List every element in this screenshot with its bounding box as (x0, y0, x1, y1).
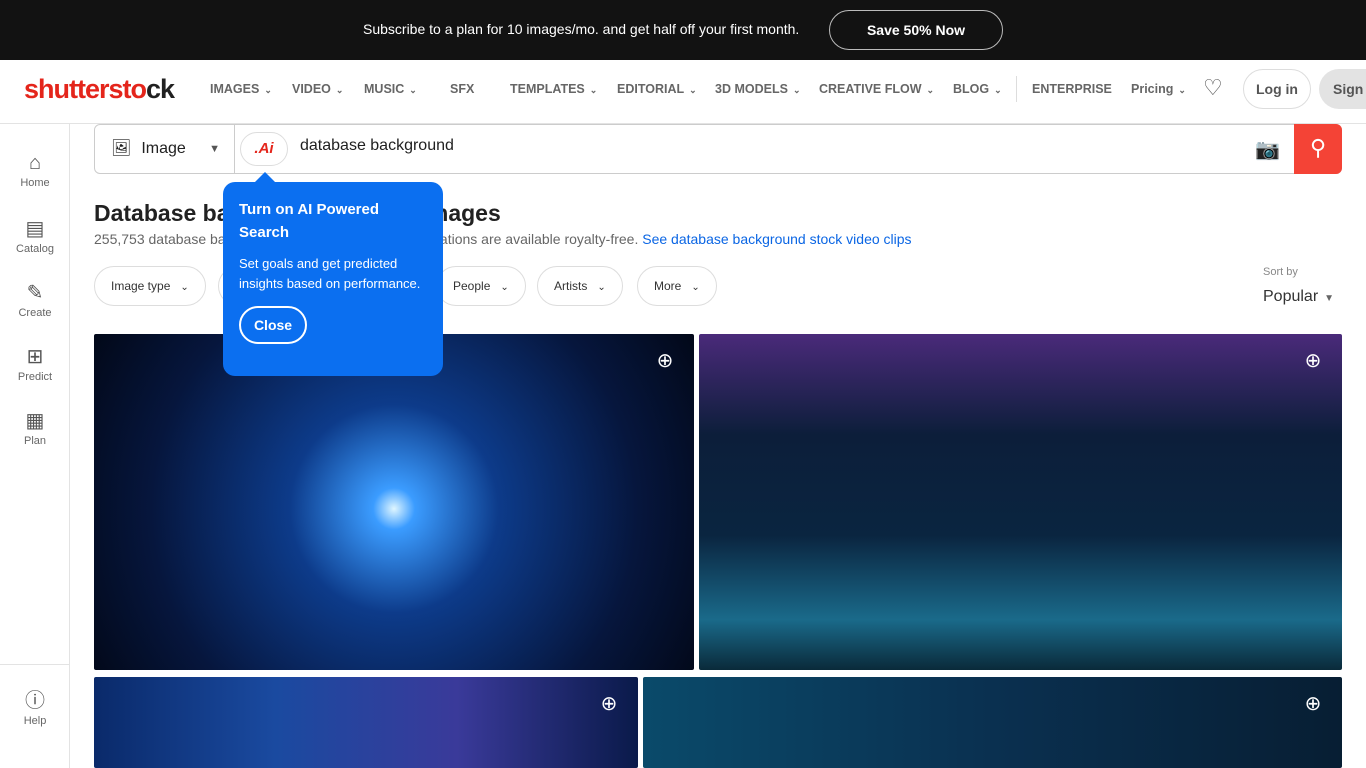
chevron-down-icon: ⌄ (792, 85, 801, 95)
search-icon: ⚲ (1309, 135, 1327, 160)
ai-search-toggle[interactable]: .Ai (240, 132, 288, 166)
chevron-down-icon: ⌄ (264, 85, 272, 95)
zoom-in-icon[interactable]: ⊕ (650, 348, 680, 378)
shutterstock-logo[interactable]: shutterstock (24, 74, 175, 105)
sidebar-item-label: Plan (23, 435, 47, 447)
home-icon: ⌂ (28, 152, 42, 174)
filter-artists[interactable]: Artists ⌄ (537, 266, 623, 306)
image-icon: 🖼 (111, 140, 132, 157)
search-button[interactable]: ⚲ (1294, 124, 1342, 174)
popup-title: Turn on AI Powered Search (239, 201, 380, 241)
nav-templates[interactable]: TEMPLATES ⌄ (510, 82, 597, 96)
chevron-down-icon: ⌄ (589, 85, 598, 95)
sidebar-item-create[interactable]: ✎ Create (0, 280, 70, 319)
sidebar: ⌂ Home ▤ Catalog ✎ Create ⊞ Predict ▦ Plan ⓘ Help (0, 124, 70, 768)
chevron-down-icon: ⌄ (180, 282, 189, 293)
filter-more[interactable]: More ⌄ (637, 266, 717, 306)
chevron-down-icon: ⌄ (994, 85, 1002, 95)
catalog-icon: ▤ (25, 218, 45, 240)
favorites-heart-icon[interactable]: ♡ (1203, 75, 1223, 101)
image-search-camera-icon[interactable]: 📷 (1255, 137, 1280, 162)
promo-message: Subscribe to a plan for 10 images/mo. an… (363, 21, 800, 37)
nav-images[interactable]: IMAGES ⌄ (210, 82, 272, 96)
chevron-down-icon: ⌄ (335, 85, 344, 95)
chevron-down-icon: ⌄ (597, 282, 606, 293)
nav-creative-flow[interactable]: CREATIVE FLOW ⌄ (819, 82, 934, 96)
chevron-down-icon: ⌄ (500, 282, 509, 293)
sidebar-item-label: Catalog (16, 243, 54, 255)
media-type-label: Image (141, 140, 186, 157)
image-result[interactable]: ⊕ (643, 677, 1342, 768)
signup-button[interactable]: Sign (1319, 69, 1366, 109)
nav-video[interactable]: VIDEO ⌄ (292, 82, 343, 96)
sort-dropdown[interactable]: Popular ▼ (1263, 288, 1334, 306)
sidebar-item-label: Create (18, 307, 52, 319)
popup-body: Set goals and get predicted insights bas… (239, 256, 421, 291)
sidebar-divider (0, 664, 70, 665)
image-result[interactable]: ⊕ (699, 334, 1342, 670)
caret-down-icon: ▼ (209, 143, 220, 155)
caret-down-icon: ▼ (1324, 293, 1335, 304)
nav-enterprise[interactable]: ENTERPRISE (1032, 82, 1112, 96)
nav-divider (1016, 76, 1017, 102)
nav-music[interactable]: MUSIC ⌄ (364, 82, 417, 96)
predict-icon: ⊞ (26, 346, 44, 368)
results-summary: 255,753 database ba d illustrations are a… (94, 231, 912, 247)
search-bar: 🖼 Image ▼ .Ai 📷 ⚲ (94, 124, 1342, 174)
popup-close-button[interactable]: Close (239, 306, 307, 344)
nav-pricing[interactable]: Pricing ⌄ (1131, 82, 1186, 96)
nav-blog[interactable]: BLOG ⌄ (953, 82, 1002, 96)
sidebar-item-plan[interactable]: ▦ Plan (0, 408, 70, 447)
nav-sfx[interactable]: SFX (450, 82, 474, 96)
zoom-in-icon[interactable]: ⊕ (1298, 348, 1328, 378)
sidebar-item-catalog[interactable]: ▤ Catalog (0, 216, 70, 255)
chevron-down-icon: ⌄ (691, 282, 700, 293)
chevron-down-icon: ⌄ (689, 85, 697, 95)
media-type-dropdown[interactable]: 🖼 Image ▼ (95, 125, 235, 173)
sidebar-item-help[interactable]: ⓘ Help (0, 684, 70, 727)
zoom-in-icon[interactable]: ⊕ (1298, 691, 1328, 721)
zoom-in-icon[interactable]: ⊕ (594, 691, 624, 721)
ai-search-popup: Turn on AI Powered Search Set goals and … (223, 172, 443, 376)
chevron-down-icon: ⌄ (409, 85, 417, 95)
help-icon: ⓘ (25, 690, 45, 712)
login-button[interactable]: Log in (1243, 69, 1311, 109)
chevron-down-icon: ⌄ (926, 85, 935, 95)
sidebar-item-label: Help (23, 715, 47, 727)
image-result[interactable]: ⊕ (94, 334, 694, 670)
filter-people[interactable]: People ⌄ (436, 266, 526, 306)
filter-image-type[interactable]: Image type ⌄ (94, 266, 206, 306)
sidebar-item-home[interactable]: ⌂ Home (0, 152, 70, 189)
image-result[interactable]: ⊕ (94, 677, 638, 768)
chevron-down-icon: ⌄ (1178, 85, 1186, 95)
video-clips-link[interactable]: See database background stock video clip… (642, 231, 911, 247)
sidebar-item-label: Home (20, 177, 50, 189)
nav-3d-models[interactable]: 3D MODELS ⌄ (715, 82, 800, 96)
create-icon: ✎ (26, 282, 44, 304)
plan-icon: ▦ (25, 410, 45, 432)
sidebar-item-label: Predict (17, 371, 53, 383)
top-nav: shutterstock IMAGES ⌄ VIDEO ⌄ MUSIC ⌄ SFX TEMPL… (0, 60, 1366, 124)
search-input[interactable] (300, 137, 1200, 155)
save-50-button[interactable]: Save 50% Now (829, 10, 1003, 50)
promo-banner: Subscribe to a plan for 10 images/mo. an… (0, 0, 1366, 60)
nav-editorial[interactable]: EDITORIAL ⌄ (617, 82, 697, 96)
sidebar-item-predict[interactable]: ⊞ Predict (0, 344, 70, 383)
sort-label: Sort by (1263, 266, 1298, 278)
